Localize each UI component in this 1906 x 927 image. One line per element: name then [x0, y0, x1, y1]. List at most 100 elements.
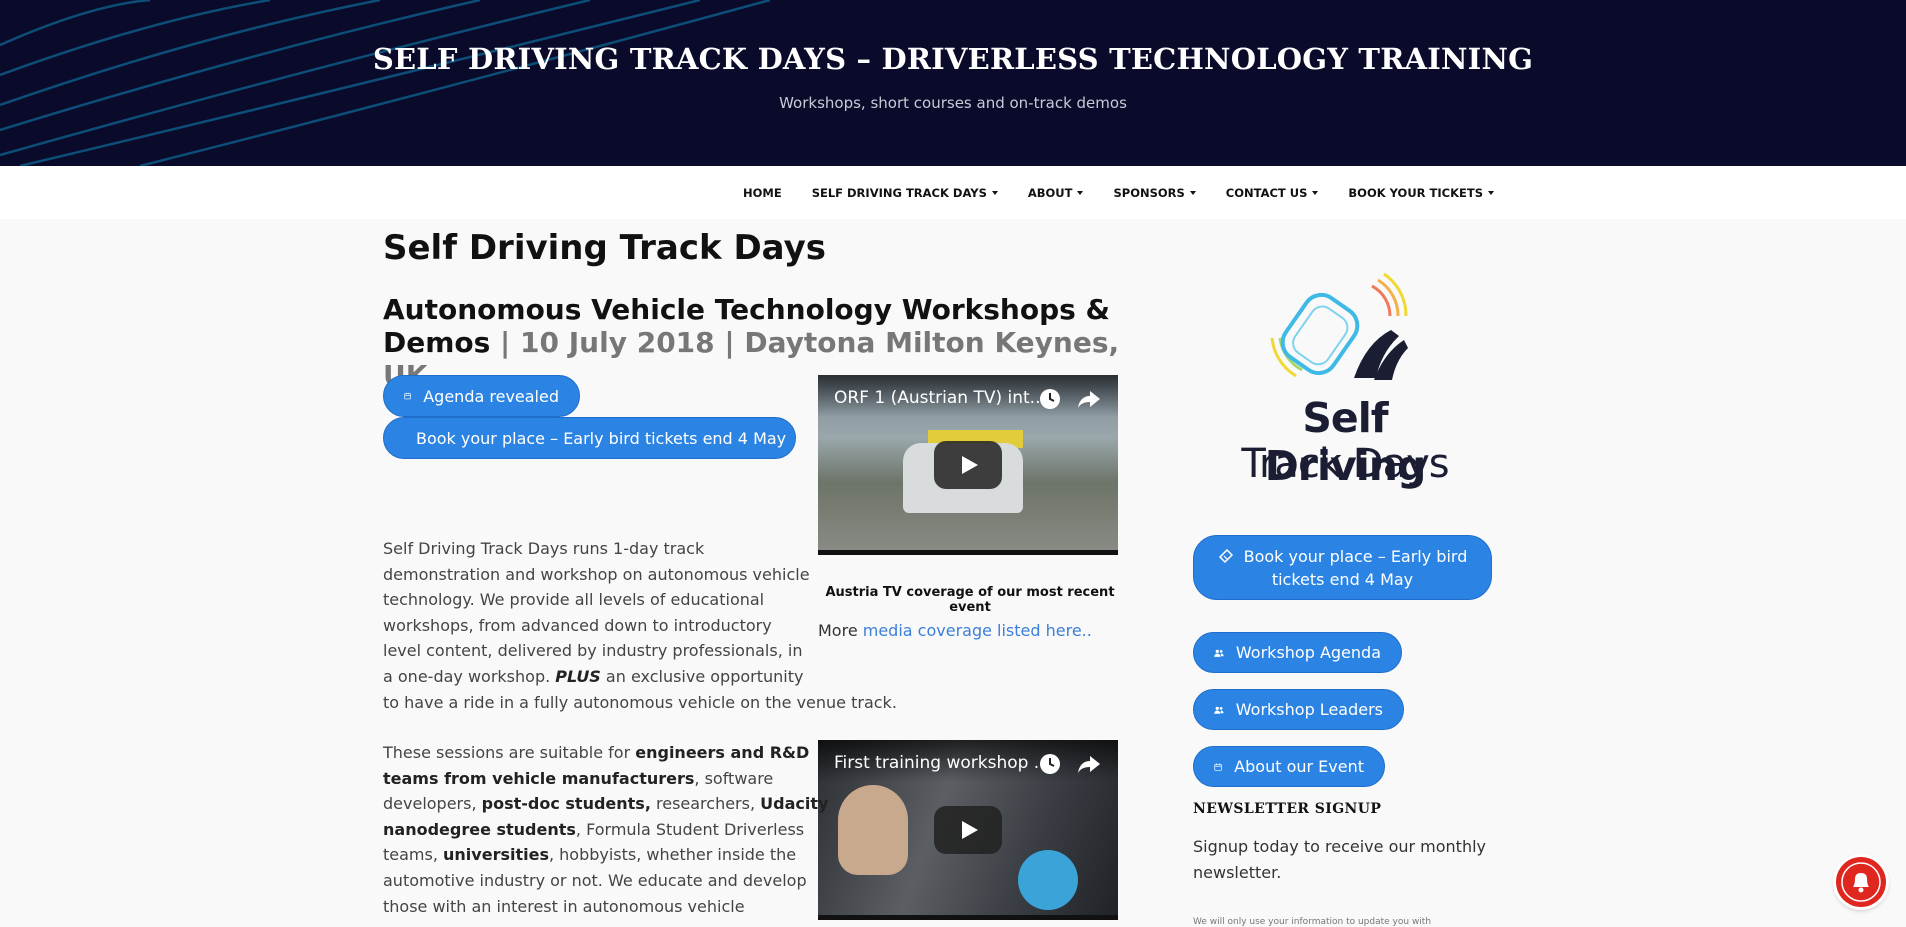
media-coverage-link[interactable]: media coverage listed here..	[863, 621, 1092, 640]
para-bold: universities	[443, 845, 549, 865]
para-text: developers,	[383, 794, 482, 814]
para-bold: engineers and R&D	[635, 743, 810, 762]
book-place-button[interactable]: Book your place – Early bird tickets end…	[383, 417, 796, 459]
header-arc-decoration	[0, 0, 771, 166]
youtube-video-first-training[interactable]: First training workshop ...	[818, 740, 1118, 920]
about-event-button[interactable]: About our Event	[1193, 746, 1385, 787]
video-top-icons	[1038, 387, 1102, 411]
site-description: Workshops, short courses and on-track de…	[779, 94, 1127, 112]
para-bold: teams from vehicle manufacturers	[383, 768, 695, 788]
sidebar-book-place-button[interactable]: Book your place – Early bird tickets end…	[1193, 535, 1492, 600]
para-text: researchers,	[650, 794, 761, 814]
nav-item-book-your-tickets[interactable]: BOOK YOUR TICKETS	[1348, 186, 1494, 200]
sidebar-book-line: Book your place – Early bird	[1218, 545, 1468, 568]
para-text: , hobbyists, whether inside the	[548, 845, 797, 865]
nav-item-about[interactable]: ABOUT	[1028, 186, 1084, 200]
para-line: These sessions are suitable for engineer…	[383, 740, 828, 766]
nav-item-home[interactable]: HOME	[743, 186, 782, 200]
para-text: a one-day workshop.	[383, 666, 556, 686]
about-event-label: About our Event	[1234, 757, 1364, 776]
video-title[interactable]: ORF 1 (Austrian TV) int...	[834, 388, 1046, 408]
workshop-leaders-label: Workshop Leaders	[1235, 700, 1383, 719]
agenda-revealed-label: Agenda revealed	[423, 386, 559, 406]
main-navbar: HOME SELF DRIVING TRACK DAYS ABOUT SPONS…	[0, 166, 1906, 219]
newsletter-privacy-text: We will only use your information to upd…	[1193, 917, 1432, 927]
video-thumbnail-person	[838, 785, 908, 875]
newsletter-text: Signup today to receive our monthly news…	[1193, 837, 1486, 882]
logo-text-line2: Track Days	[1241, 441, 1449, 487]
nav-item-label: HOME	[742, 185, 782, 200]
nav-item-label: ABOUT	[1027, 185, 1073, 200]
watch-later-icon[interactable]	[1038, 387, 1062, 411]
para-line: a one-day workshop. PLUS an exclusive op…	[383, 664, 897, 690]
para-text: , Formula Student Driverless	[575, 819, 805, 839]
notification-bell-button[interactable]	[1836, 857, 1886, 907]
video-title[interactable]: First training workshop ...	[834, 753, 1050, 773]
para-line: teams, universities, hobbyists, whether …	[383, 842, 828, 868]
sidebar-book-label: Book your place – Early bird	[1243, 546, 1468, 566]
play-button-icon[interactable]	[934, 806, 1002, 854]
sidebar-book-place-text: Book your place – Early bird tickets end…	[1218, 545, 1468, 591]
page-title: Self Driving Track Days	[383, 228, 826, 268]
para-text: teams,	[383, 845, 444, 865]
workshop-leaders-button[interactable]: Workshop Leaders	[1193, 689, 1404, 730]
nav-item-label: CONTACT US	[1225, 185, 1308, 200]
caret-down-icon	[1077, 191, 1084, 195]
bell-icon	[1841, 862, 1881, 902]
caret-down-icon	[1488, 191, 1494, 195]
para-line: level content, delivered by industry pro…	[383, 641, 803, 661]
users-icon	[1214, 706, 1224, 714]
para-line: to have a ride in a fully autonomous veh…	[383, 692, 897, 712]
video-top-icons	[1038, 752, 1102, 776]
youtube-video-orf1[interactable]: ORF 1 (Austrian TV) int...	[818, 375, 1118, 555]
share-icon[interactable]	[1076, 387, 1102, 411]
book-place-label: Book your place – Early bird tickets end…	[416, 428, 787, 448]
para-bold: Udacity	[760, 794, 829, 814]
audience-paragraph: These sessions are suitable for engineer…	[383, 740, 828, 919]
para-line: teams from vehicle manufacturers, softwa…	[383, 766, 828, 792]
nav-item-contact-us[interactable]: CONTACT US	[1226, 186, 1319, 200]
intro-paragraph: Self Driving Track Days runs 1-day track…	[383, 536, 897, 715]
video-thumbnail-equipment	[1018, 850, 1078, 910]
site-header: SELF DRIVING TRACK DAYS – DRIVERLESS TEC…	[0, 0, 1906, 166]
nav-item-sponsors[interactable]: SPONSORS	[1113, 185, 1196, 200]
para-text: , software	[694, 768, 774, 788]
para-line: Self Driving Track Days runs 1-day track	[383, 539, 705, 558]
para-emphasis: PLUS	[555, 666, 601, 686]
para-line: technology. We provide all levels of edu…	[383, 590, 765, 610]
para-bold: nanodegree students	[383, 819, 576, 839]
sidebar-book-line: tickets end 4 May	[1271, 569, 1414, 589]
watch-later-icon[interactable]	[1038, 752, 1062, 776]
ticket-icon	[1218, 548, 1233, 563]
share-icon[interactable]	[1076, 752, 1102, 776]
hero-date: 10 July 2018	[520, 326, 715, 359]
para-line: nanodegree students, Formula Student Dri…	[383, 817, 828, 843]
workshop-agenda-button[interactable]: Workshop Agenda	[1193, 632, 1402, 673]
users-icon	[1214, 649, 1224, 657]
play-button-icon[interactable]	[934, 441, 1002, 489]
para-line: automotive industry or not. We educate a…	[383, 870, 807, 890]
calendar-icon	[1214, 762, 1222, 771]
nav-item-label: SPONSORS	[1113, 185, 1185, 200]
nav-item-label: SELF DRIVING TRACK DAYS	[811, 185, 987, 200]
site-title[interactable]: SELF DRIVING TRACK DAYS – DRIVERLESS TEC…	[0, 42, 1906, 76]
caret-down-icon	[1312, 191, 1319, 195]
workshop-agenda-label: Workshop Agenda	[1235, 643, 1381, 662]
para-line: workshops, from advanced down to introdu…	[383, 615, 772, 635]
agenda-revealed-button[interactable]: Agenda revealed	[383, 375, 580, 417]
hero-separator: |	[714, 326, 745, 359]
caret-down-icon	[1189, 191, 1196, 195]
caret-down-icon	[991, 191, 998, 195]
video-progress-bar	[818, 915, 1118, 920]
para-text: These sessions are suitable for	[383, 743, 636, 762]
nav-menu: HOME SELF DRIVING TRACK DAYS ABOUT SPONS…	[713, 166, 1494, 219]
para-bold: post-doc students,	[481, 794, 651, 814]
newsletter-heading: NEWSLETTER SIGNUP	[1193, 801, 1382, 817]
para-line: developers, post-doc students, researche…	[383, 791, 828, 817]
para-line: those with an interest in autonomous veh…	[383, 896, 745, 916]
para-text: an exclusive opportunity	[600, 666, 804, 686]
para-line: demonstration and workshop on autonomous…	[383, 564, 810, 584]
calendar-icon	[404, 392, 411, 400]
nav-item-self-driving-track-days[interactable]: SELF DRIVING TRACK DAYS	[812, 186, 998, 200]
hero-separator: |	[490, 326, 521, 359]
